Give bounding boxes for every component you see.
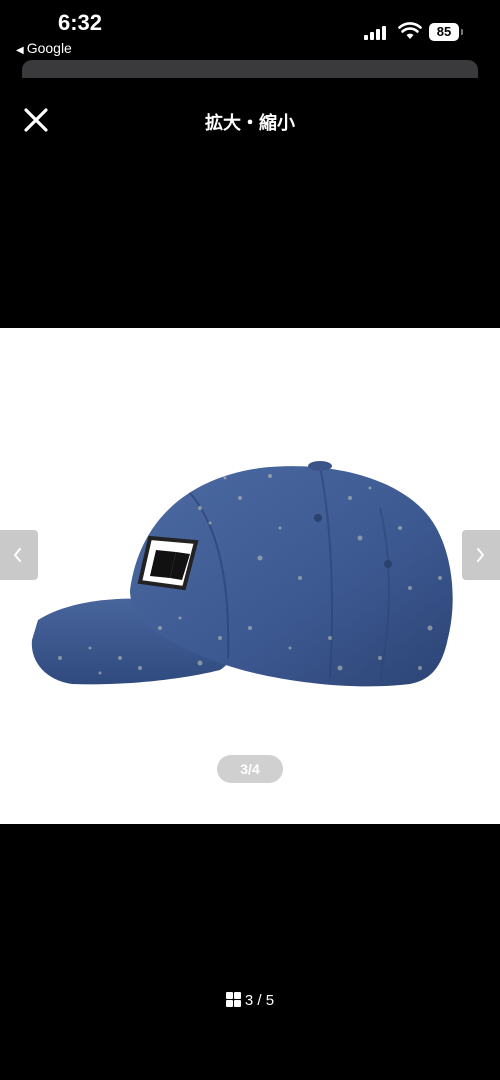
image-viewer[interactable]: 3/4 (0, 328, 500, 824)
cellular-signal-icon (364, 26, 390, 40)
back-to-app-link[interactable]: ◀ Google (16, 40, 72, 56)
browser-address-bar (22, 60, 478, 78)
chevron-right-icon (477, 548, 484, 562)
status-time: 6:32 (58, 10, 103, 35)
image-counter-badge: 3/4 (217, 755, 283, 783)
wifi-icon (398, 22, 422, 39)
battery-icon: 85 (429, 23, 463, 41)
viewer-header: 拡大・縮小 (0, 90, 500, 150)
product-image-cap (31, 461, 453, 687)
next-image-button[interactable] (462, 530, 500, 580)
status-bar: 6:32 ◀ Google 85 (0, 0, 500, 78)
gallery-counter[interactable]: 3 / 5 (0, 992, 500, 1009)
grid-icon (225, 992, 241, 1007)
page-title: 拡大・縮小 (205, 113, 295, 133)
chevron-left-icon (14, 548, 21, 562)
back-triangle-icon: ◀ (16, 45, 24, 56)
gallery-counter-label: 3 / 5 (244, 992, 275, 1009)
prev-image-button[interactable] (0, 530, 38, 580)
battery-level: 85 (429, 23, 459, 41)
back-app-label: Google (26, 40, 72, 56)
